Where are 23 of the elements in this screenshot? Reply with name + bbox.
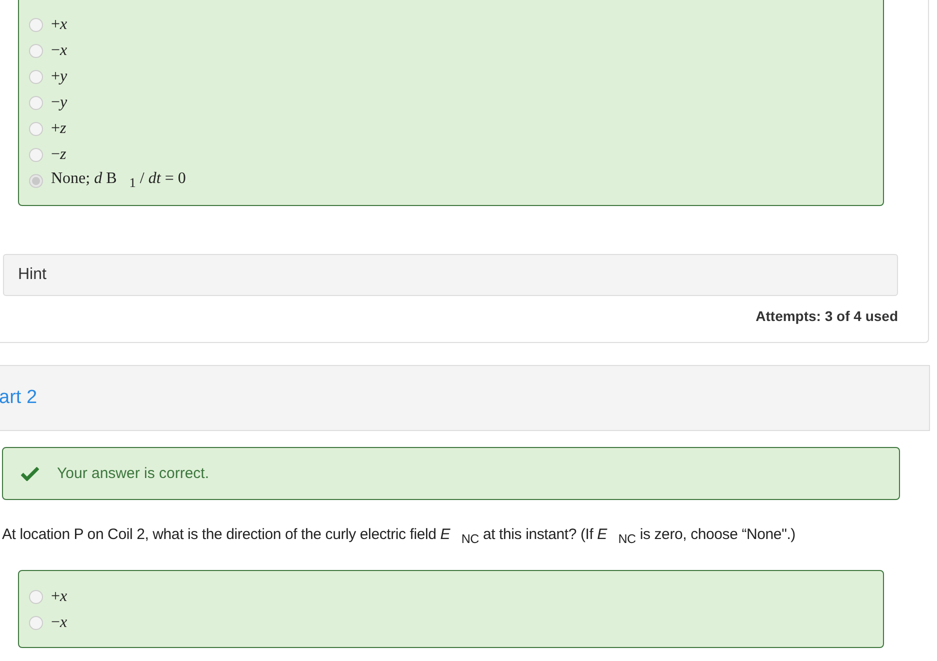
radio-button[interactable] [29, 18, 43, 32]
radio-button[interactable] [29, 70, 43, 84]
radio-button[interactable] [29, 148, 43, 162]
radio-button[interactable] [29, 174, 43, 188]
radio-button[interactable] [29, 616, 43, 630]
option-label: +z [51, 120, 66, 138]
option-label: +x [51, 16, 68, 34]
question-text: At location P on Coil 2, what is the direction of the curly electric field E⃗$_{NC}$ at this instant? (If E⃗$_{NC}$ is zero, choose “None".) [2, 526, 796, 546]
option-label: +y [51, 68, 68, 86]
option-label: −x [51, 614, 68, 632]
option-label: −z [51, 146, 66, 164]
option-label: +x [51, 588, 68, 606]
attempts-count: Attempts: 3 of 4 used [754, 308, 898, 324]
option-label: None; d B⃗$_{1}$ / dt = 0⃗ [51, 170, 198, 192]
radio-button[interactable] [29, 590, 43, 604]
hint-toggle[interactable]: Hint [3, 254, 898, 296]
radio-button[interactable] [29, 96, 43, 110]
part-title: art 2 [0, 387, 38, 409]
feedback-text: Your answer is correct. [57, 465, 210, 482]
option-label: −y [51, 94, 68, 112]
radio-button[interactable] [29, 122, 43, 136]
radio-button[interactable] [29, 44, 43, 58]
option-label: −x [51, 42, 68, 60]
